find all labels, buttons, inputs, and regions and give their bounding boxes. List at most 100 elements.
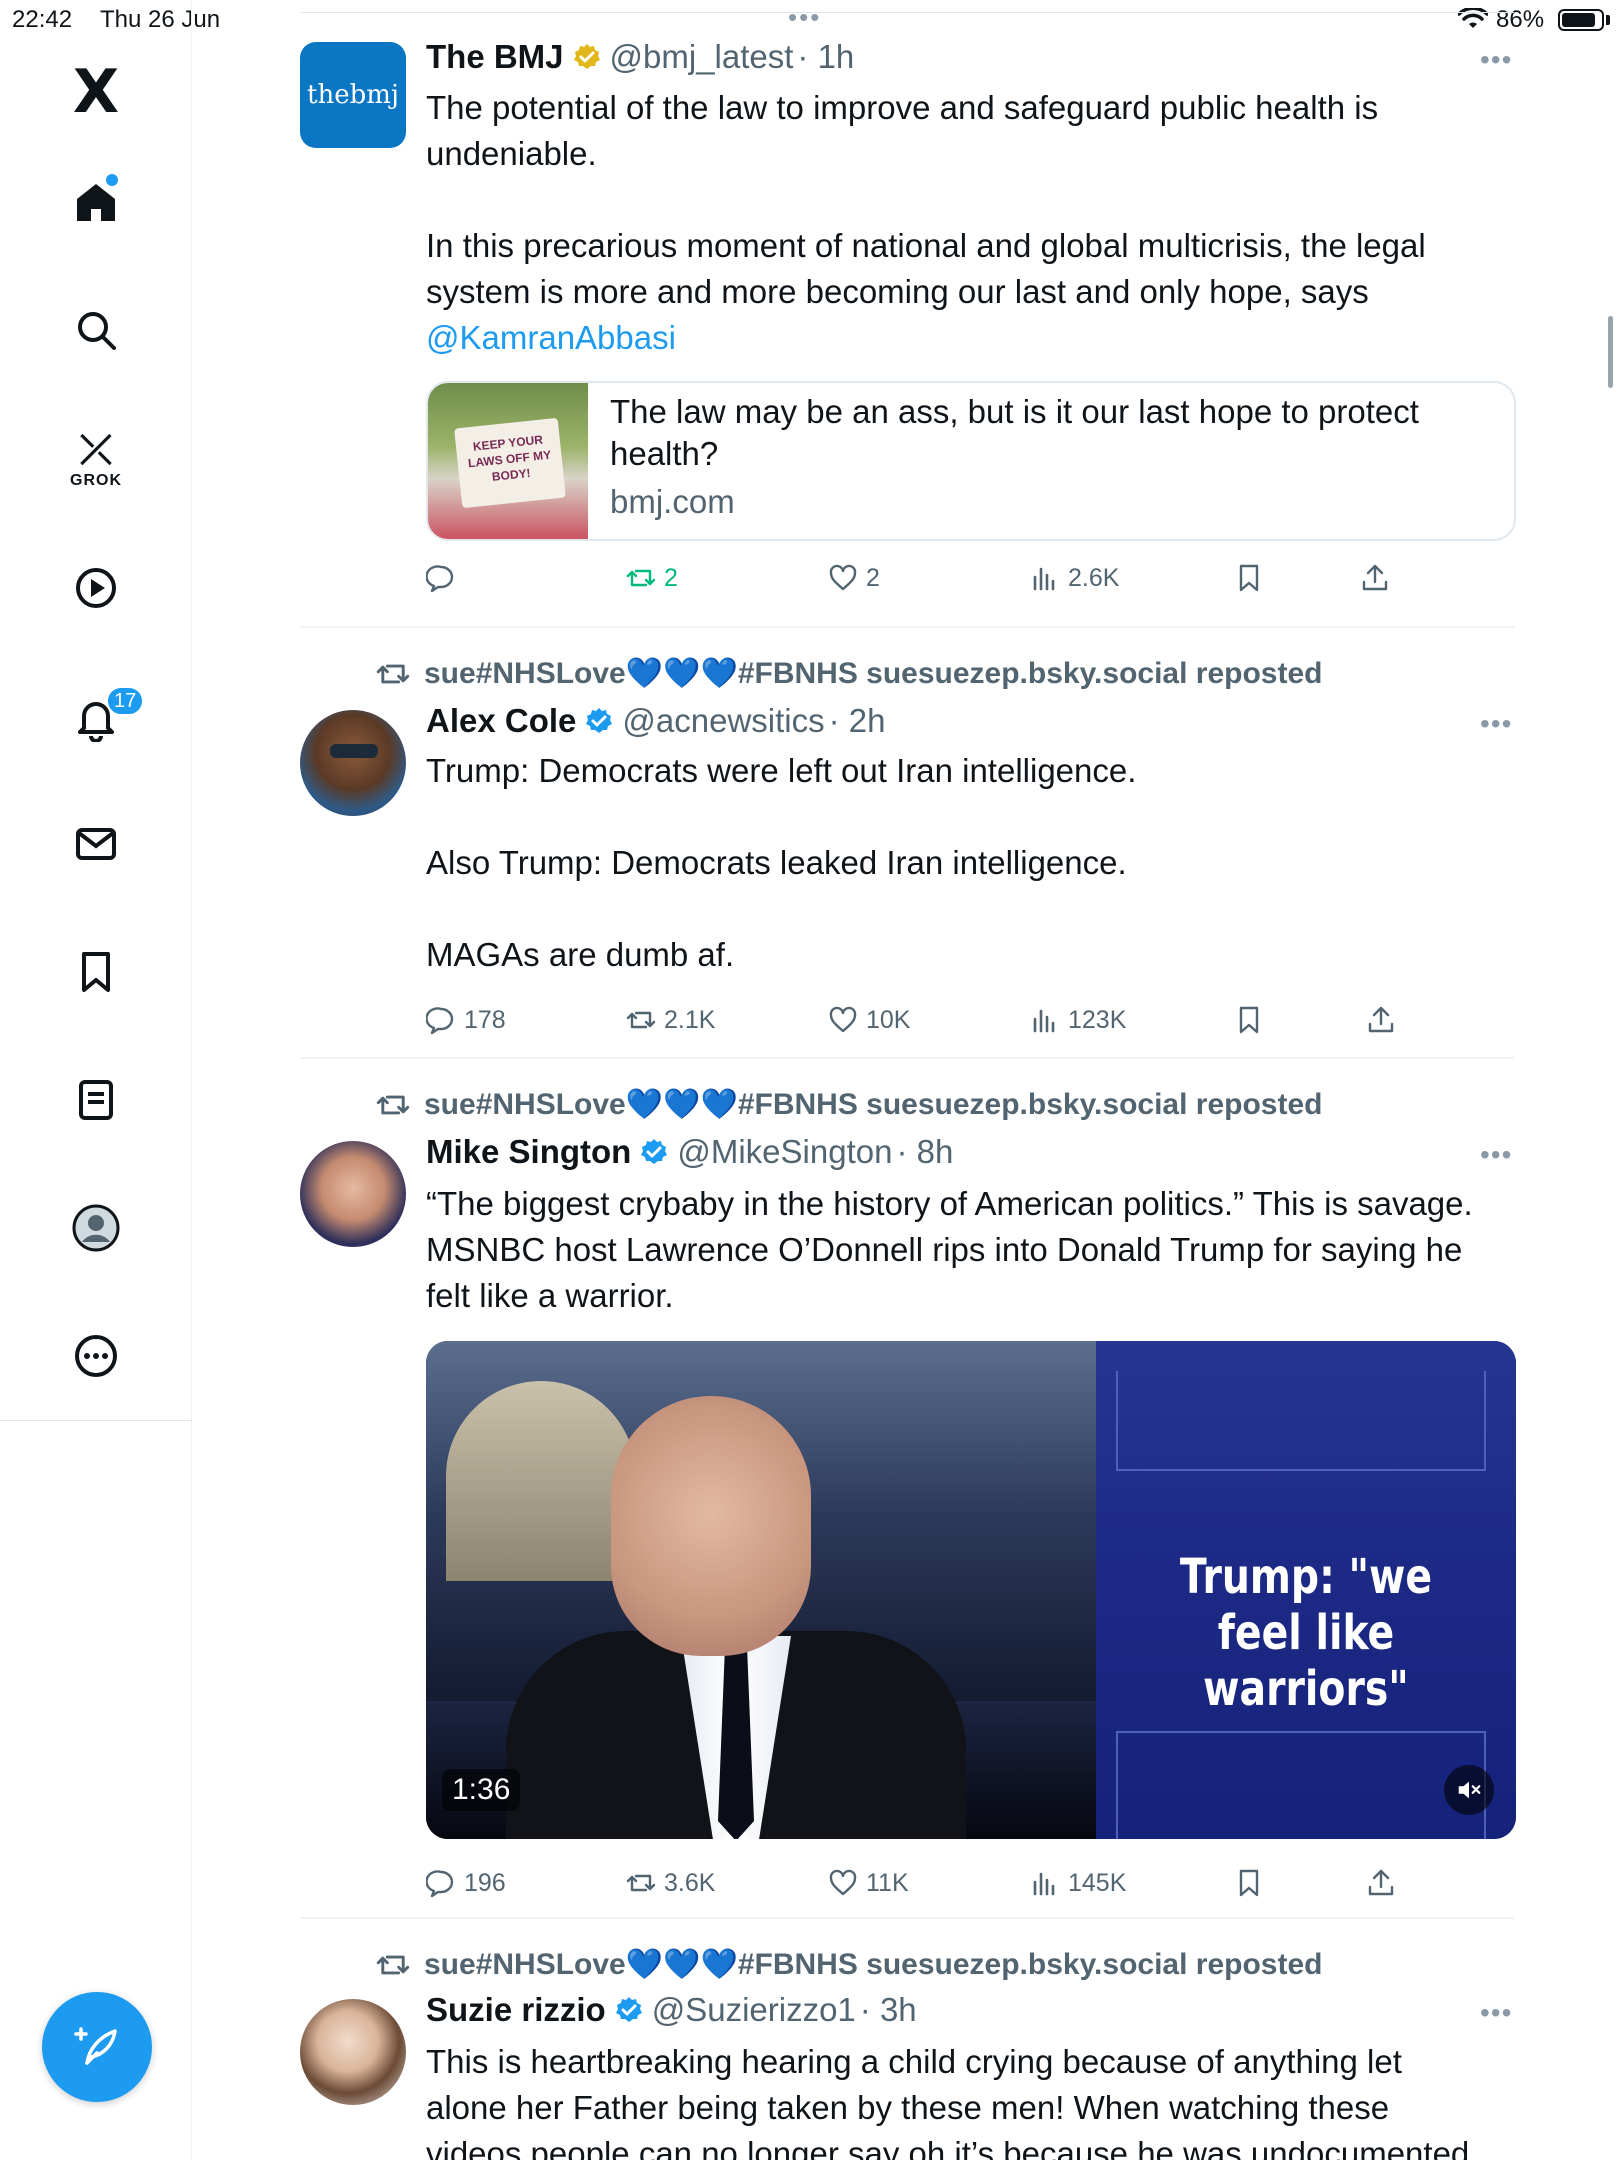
views-button[interactable]: 2.6K — [1030, 558, 1119, 598]
tweet-text: This is heartbreaking hearing a child cr… — [426, 2039, 1486, 2160]
reposter-name: sue#NHSLove — [424, 1947, 626, 1981]
tweet-header: Suzie rizzio @Suzierizzo1 · 3h — [426, 1991, 917, 2029]
share-icon — [1362, 564, 1388, 591]
x-logo-icon[interactable]: X — [66, 62, 126, 122]
tweet-more-icon[interactable]: ••• — [1480, 708, 1512, 740]
sidebar: X ⤫ GROK 17 — [0, 0, 192, 2160]
tweet-divider — [300, 1057, 1514, 1059]
verified-blue-icon — [641, 1139, 668, 1164]
views-button[interactable]: 145K — [1030, 1863, 1126, 1903]
tweet-divider — [300, 626, 1514, 628]
share-button[interactable] — [1360, 558, 1398, 598]
graphic-frame-bottom — [1116, 1731, 1486, 1839]
author-handle[interactable]: @Suzierizzo1 — [652, 1991, 856, 2029]
scrollbar-thumb[interactable] — [1608, 316, 1613, 388]
reply-count: 196 — [464, 1868, 506, 1897]
nav-more[interactable] — [66, 1326, 126, 1386]
author-name[interactable]: Alex Cole — [426, 702, 576, 740]
reply-icon — [426, 1870, 454, 1898]
mute-button[interactable] — [1444, 1765, 1494, 1815]
tweet-divider — [300, 1917, 1514, 1919]
video-duration: 1:36 — [442, 1769, 521, 1811]
mention-link[interactable]: @KamranAbbasi — [426, 315, 1486, 361]
search-icon — [78, 312, 116, 350]
tweet-time: · 1h — [797, 38, 855, 75]
share-icon — [1368, 1869, 1394, 1896]
like-button[interactable]: 11K — [828, 1863, 909, 1903]
nav-home[interactable] — [66, 172, 126, 232]
avatar-suzie-rizzio[interactable] — [300, 1999, 406, 2105]
nav-explore[interactable] — [66, 300, 126, 360]
like-count: 2 — [866, 563, 880, 592]
tweet-line: Also Trump: Democrats leaked Iran intell… — [426, 844, 1127, 881]
views-button[interactable]: 123K — [1030, 1000, 1126, 1040]
more-icon — [75, 1335, 117, 1377]
nav-bookmarks[interactable] — [66, 942, 126, 1002]
tweet-header: Mike Sington @MikeSington · 8h — [426, 1133, 953, 1171]
capitol-dome — [446, 1381, 636, 1581]
repost-context[interactable]: sue#NHSLove 💙💙💙 #FBNHS suesuezep.bsky.soci… — [376, 1947, 1322, 1982]
nav-messages[interactable] — [66, 814, 126, 874]
bookmark-button[interactable] — [1234, 1863, 1272, 1903]
reply-button[interactable]: 196 — [426, 1863, 506, 1903]
author-handle[interactable]: @bmj_latest — [610, 38, 794, 76]
tweet-more-icon[interactable]: ••• — [1480, 44, 1512, 76]
bookmark-button[interactable] — [1234, 558, 1272, 598]
nav-grok[interactable]: ⤫ GROK — [66, 422, 126, 498]
reply-button[interactable]: 178 — [426, 1000, 506, 1040]
muted-speaker-icon — [1458, 1781, 1481, 1799]
repost-icon — [376, 1955, 410, 1974]
repost-button[interactable]: 2 — [626, 558, 678, 598]
author-handle[interactable]: @acnewsitics — [622, 702, 824, 740]
bookmark-button[interactable] — [1234, 1000, 1272, 1040]
repost-context[interactable]: sue#NHSLove 💙💙💙 #FBNHS suesuezep.bsky.soci… — [376, 656, 1322, 691]
verified-gold-icon — [573, 44, 600, 69]
tweet-video[interactable]: Trump: "we feel like warriors" 1:36 — [426, 1341, 1516, 1839]
tweet-line — [426, 794, 1486, 840]
verified-blue-icon — [586, 708, 613, 733]
bookmark-icon — [1239, 564, 1259, 592]
bookmark-icon — [1239, 1869, 1259, 1897]
notifications-badge: 17 — [106, 686, 145, 716]
repost-context[interactable]: sue#NHSLove 💙💙💙 #FBNHS suesuezep.bsky.soci… — [376, 1087, 1322, 1122]
tweet-line: MAGAs are dumb af. — [426, 936, 735, 973]
repost-icon — [626, 1011, 656, 1029]
share-button[interactable] — [1366, 1000, 1404, 1040]
tweet-more-icon[interactable]: ••• — [1480, 1139, 1512, 1171]
battery-nub — [1606, 15, 1610, 25]
nav-lists[interactable] — [66, 1070, 126, 1130]
nav-notifications[interactable]: 17 — [66, 686, 145, 748]
tweet-time: · 3h — [859, 1991, 917, 2028]
avatar-mike-sington[interactable] — [300, 1141, 406, 1247]
reposter-name: sue#NHSLove — [424, 1087, 626, 1121]
tweet-time: · 8h — [896, 1133, 954, 1170]
nav-video[interactable] — [66, 558, 126, 618]
author-name[interactable]: Suzie rizzio — [426, 1991, 606, 2029]
reply-button[interactable] — [426, 558, 464, 598]
nav-profile[interactable] — [66, 1198, 126, 1258]
battery-icon — [1558, 9, 1604, 31]
share-button[interactable] — [1366, 1863, 1404, 1903]
bookmark-icon — [1239, 1006, 1259, 1034]
compose-post-button[interactable] — [42, 1992, 152, 2102]
timeline-feed: thebmj The BMJ @bmj_latest · 1h ••• The … — [300, 0, 1516, 2160]
profile-icon — [72, 1204, 120, 1252]
like-button[interactable]: 10K — [828, 1000, 910, 1040]
author-handle[interactable]: @MikeSington — [677, 1133, 892, 1171]
repost-count: 2 — [664, 563, 678, 592]
avatar-bmj[interactable]: thebmj — [300, 42, 406, 148]
tweet-more-icon[interactable]: ••• — [1480, 1997, 1512, 2029]
protest-sign: KEEP YOUR LAWS OFF MY BODY! — [454, 417, 566, 509]
repost-button[interactable]: 2.1K — [626, 1000, 715, 1040]
lists-icon — [79, 1080, 113, 1120]
avatar-alex-cole[interactable] — [300, 710, 406, 816]
link-card[interactable]: KEEP YOUR LAWS OFF MY BODY! The law may … — [426, 381, 1516, 541]
reply-count: 178 — [464, 1005, 506, 1034]
repost-button[interactable]: 3.6K — [626, 1863, 715, 1903]
like-button[interactable]: 2 — [828, 558, 880, 598]
reposter-name: sue#NHSLove — [424, 656, 626, 690]
home-unread-dot — [106, 174, 118, 186]
author-name[interactable]: Mike Sington — [426, 1133, 631, 1171]
author-name[interactable]: The BMJ — [426, 38, 564, 76]
views-count: 2.6K — [1068, 563, 1120, 592]
